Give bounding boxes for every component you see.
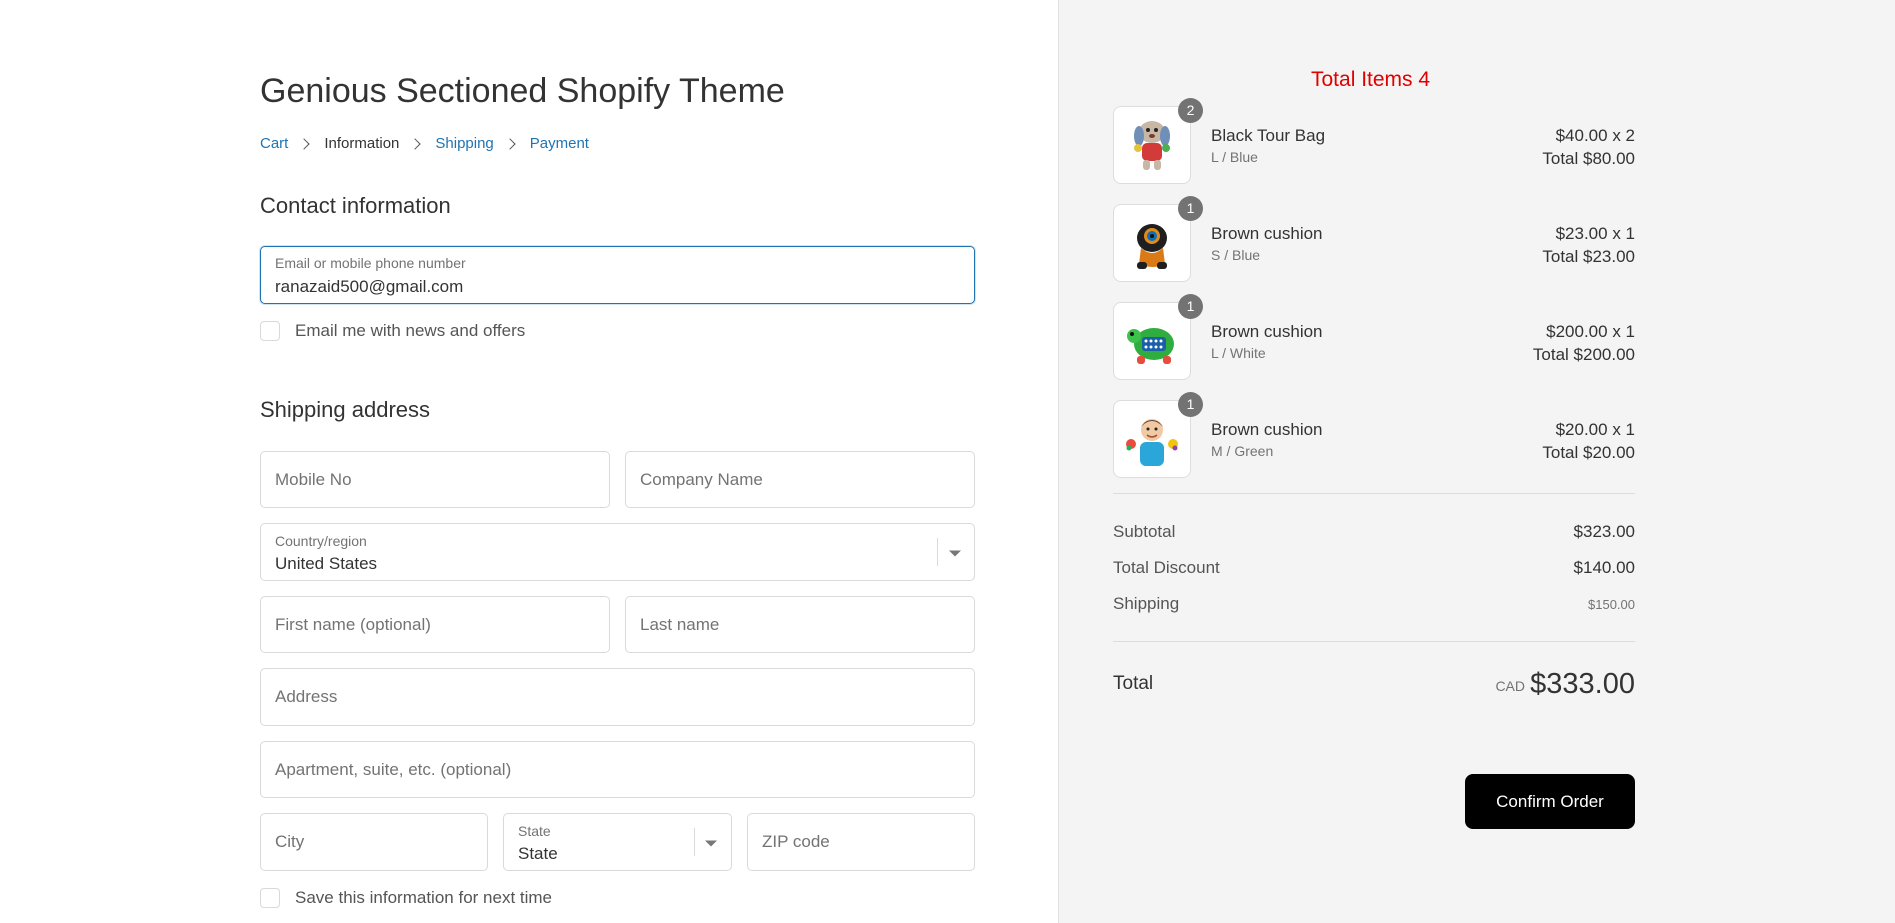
first-name-placeholder: First name (optional) xyxy=(275,614,431,634)
city-placeholder: City xyxy=(275,832,305,851)
address-placeholder: Address xyxy=(275,687,338,706)
mobile-input-placeholder: Mobile No xyxy=(275,469,352,489)
product-thumbnail: 1 xyxy=(1113,294,1203,380)
item-price: $200.00 x 1 xyxy=(1546,322,1635,341)
mobile-input[interactable]: Mobile No xyxy=(260,451,610,508)
store-title[interactable]: Genious Sectioned Shopify Theme xyxy=(260,72,785,111)
country-select-label: Country/region xyxy=(275,533,367,549)
item-total: Total $23.00 xyxy=(1542,247,1635,266)
quantity-badge: 2 xyxy=(1178,98,1203,123)
email-field[interactable]: Email or mobile phone number ranazaid500… xyxy=(260,246,975,304)
item-variant: M / Green xyxy=(1211,443,1274,459)
newsletter-checkbox-row[interactable]: Email me with news and offers xyxy=(260,321,525,341)
country-select[interactable]: Country/region United States xyxy=(260,523,975,581)
save-info-label: Save this information for next time xyxy=(295,888,553,907)
currency-code: CAD xyxy=(1495,678,1525,694)
zip-placeholder: ZIP code xyxy=(762,832,830,851)
quantity-badge: 1 xyxy=(1178,392,1203,417)
total-label: Total xyxy=(1113,673,1154,694)
item-price: $20.00 x 1 xyxy=(1555,420,1635,439)
zip-input[interactable]: ZIP code xyxy=(747,813,975,871)
item-name: Brown cushion xyxy=(1211,322,1323,341)
city-input[interactable]: City xyxy=(260,813,488,871)
breadcrumb-information: Information xyxy=(324,135,400,152)
item-total: Total $80.00 xyxy=(1542,149,1635,168)
shipping-row: Shipping $150.00 xyxy=(1113,594,1635,614)
contact-section-title: Contact information xyxy=(260,193,451,218)
breadcrumb-payment[interactable]: Payment xyxy=(530,135,589,152)
breadcrumb-cart[interactable]: Cart xyxy=(260,135,288,152)
product-thumbnail: 2 xyxy=(1113,98,1203,184)
shipping-section-title: Shipping address xyxy=(260,397,431,422)
order-item: 2 Black Tour Bag L / Blue $40.00 x 2 Tot… xyxy=(1113,98,1635,186)
item-variant: L / White xyxy=(1211,345,1266,361)
address-input[interactable]: Address xyxy=(260,668,975,726)
state-select-value: State xyxy=(518,844,558,863)
subtotal-value: $323.00 xyxy=(1573,522,1635,541)
select-divider xyxy=(937,538,938,566)
discount-row: Total Discount $140.00 xyxy=(1113,558,1635,578)
item-total: Total $20.00 xyxy=(1542,443,1635,462)
child-photo-icon xyxy=(1126,419,1178,466)
state-select[interactable]: State State xyxy=(503,813,732,871)
item-name: Black Tour Bag xyxy=(1211,126,1326,145)
item-price: $40.00 x 2 xyxy=(1555,126,1635,145)
save-info-checkbox-row[interactable]: Save this information for next time xyxy=(260,888,552,908)
total-items-label: Total Items 4 xyxy=(1311,68,1431,91)
item-name: Brown cushion xyxy=(1211,224,1323,243)
confirm-order-button[interactable]: Confirm Order xyxy=(1465,774,1635,829)
newsletter-label: Email me with news and offers xyxy=(295,321,526,340)
plush-dog-toy-icon xyxy=(1134,121,1170,170)
order-item: 1 Brown cushion M / Green $20.00 x 1 Tot… xyxy=(1113,392,1635,480)
product-thumbnail: 1 xyxy=(1113,392,1203,478)
last-name-input[interactable]: Last name xyxy=(625,596,975,653)
summary-divider xyxy=(1113,493,1635,494)
newsletter-checkbox[interactable] xyxy=(260,321,280,341)
quantity-badge: 1 xyxy=(1178,294,1203,319)
state-select-label: State xyxy=(518,823,551,839)
chevron-right-icon xyxy=(504,137,516,150)
chevron-down-icon xyxy=(705,840,717,847)
discount-label: Total Discount xyxy=(1113,558,1220,577)
company-input[interactable]: Company Name xyxy=(625,451,975,508)
first-name-input[interactable]: First name (optional) xyxy=(260,596,610,653)
email-field-label: Email or mobile phone number xyxy=(275,255,466,271)
item-name: Brown cushion xyxy=(1211,420,1323,439)
select-divider xyxy=(694,828,695,856)
chevron-down-icon xyxy=(949,550,961,557)
apartment-placeholder: Apartment, suite, etc. (optional) xyxy=(275,759,512,779)
summary-divider xyxy=(1113,641,1635,642)
turtle-toy-icon xyxy=(1127,328,1174,364)
order-item: 1 Brown cushion S / Blue $23.00 x 1 Tota… xyxy=(1113,196,1635,284)
item-variant: L / Blue xyxy=(1211,149,1258,165)
breadcrumb: Cart Information Shipping Payment xyxy=(260,135,589,152)
last-name-placeholder: Last name xyxy=(640,614,720,634)
breadcrumb-shipping[interactable]: Shipping xyxy=(435,135,493,152)
chevron-right-icon xyxy=(409,137,422,150)
shipping-label: Shipping xyxy=(1113,594,1180,613)
quantity-badge: 1 xyxy=(1178,196,1203,221)
item-price: $23.00 x 1 xyxy=(1555,224,1635,243)
discount-value: $140.00 xyxy=(1573,558,1635,577)
order-item: 1 Brown cushion L / White $200.00 x 1 To… xyxy=(1113,294,1635,382)
company-input-placeholder: Company Name xyxy=(640,469,763,489)
subtotal-label: Subtotal xyxy=(1113,522,1176,541)
chevron-right-icon xyxy=(298,137,311,150)
item-total: Total $200.00 xyxy=(1532,345,1635,364)
robot-toy-icon xyxy=(1137,224,1167,269)
total-amount: $333.00 xyxy=(1530,668,1635,700)
item-variant: S / Blue xyxy=(1211,247,1261,263)
total-row: Total CAD $333.00 xyxy=(1113,668,1635,708)
email-field-value: ranazaid500@gmail.com xyxy=(275,277,464,296)
subtotal-row: Subtotal $323.00 xyxy=(1113,522,1635,542)
save-info-checkbox[interactable] xyxy=(260,888,280,908)
country-select-value: United States xyxy=(275,554,378,573)
apartment-input[interactable]: Apartment, suite, etc. (optional) xyxy=(260,741,975,798)
shipping-value: $150.00 xyxy=(1588,597,1635,612)
product-thumbnail: 1 xyxy=(1113,196,1203,282)
